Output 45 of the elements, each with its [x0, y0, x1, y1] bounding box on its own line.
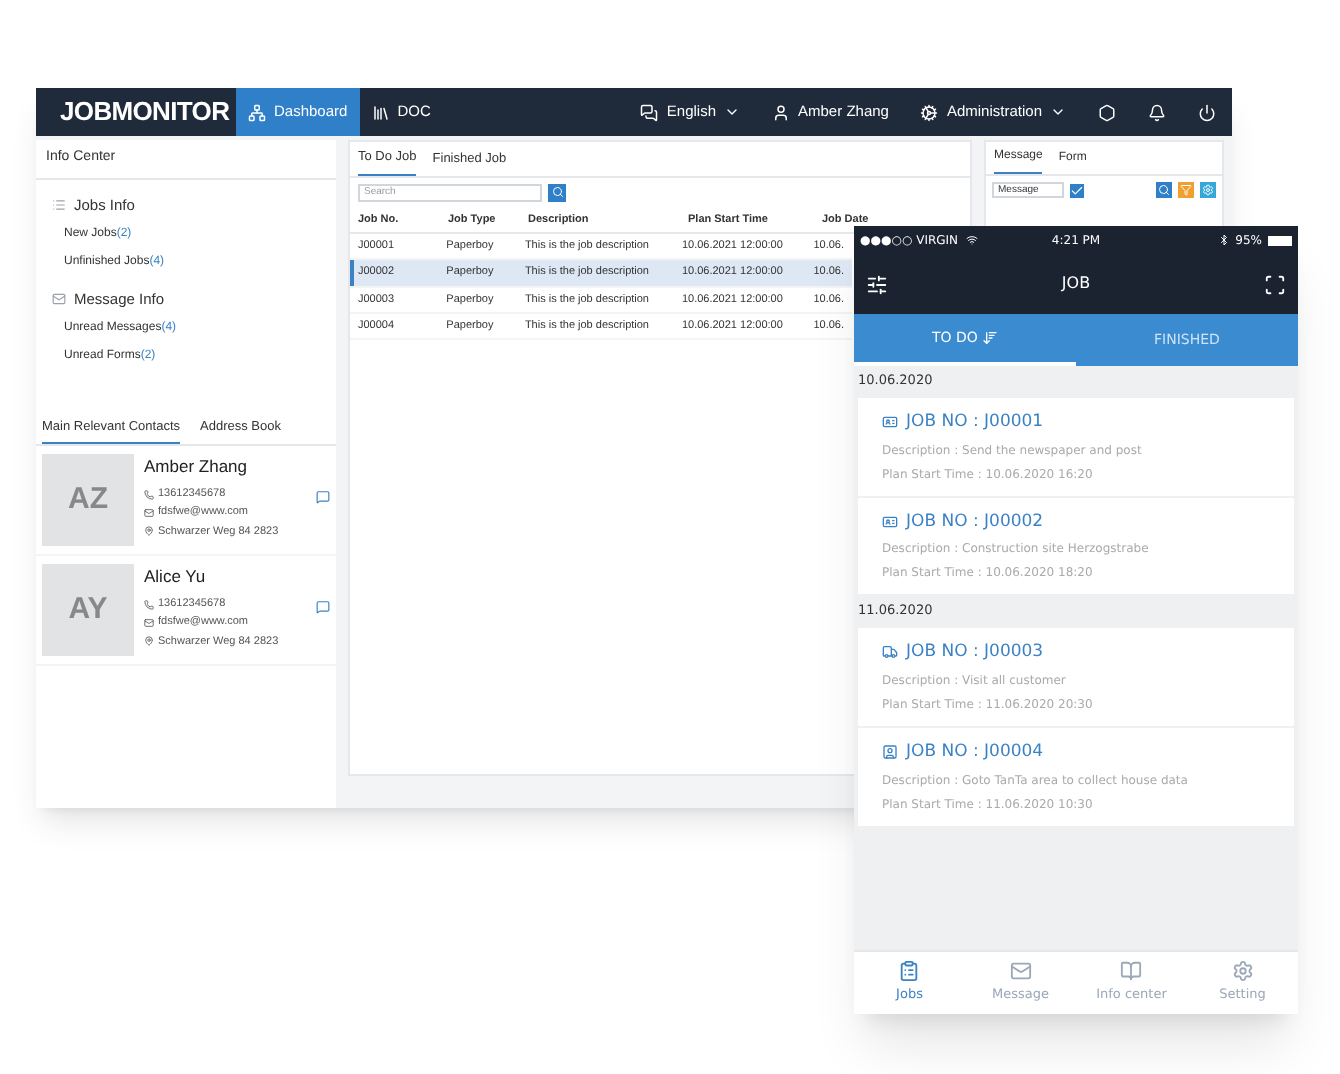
pin-icon — [144, 636, 154, 647]
contact-name: Amber Zhang — [144, 454, 249, 480]
phone-icon — [144, 489, 154, 500]
scan-icon[interactable] — [1264, 273, 1286, 295]
notification-icon[interactable] — [1148, 103, 1166, 121]
wifi-icon — [966, 234, 979, 246]
envelope-icon — [1009, 960, 1032, 983]
user-icon — [772, 103, 791, 121]
id-card-icon — [882, 513, 898, 530]
sort-icon — [981, 330, 998, 346]
envelope-icon — [144, 617, 154, 628]
pin-icon — [144, 526, 154, 537]
job-title: JOB NO : J00003 — [906, 640, 1044, 666]
books-icon — [371, 103, 390, 121]
envelope-icon — [144, 507, 154, 518]
search-button[interactable] — [548, 183, 566, 202]
chat-icon — [640, 103, 659, 121]
caret-icon — [724, 104, 741, 120]
book-icon — [1120, 960, 1143, 983]
app-title: JOB — [1061, 272, 1091, 296]
bluetooth-icon — [1217, 234, 1230, 246]
id-card-icon — [882, 414, 898, 431]
avatar: AY — [42, 564, 134, 657]
truck-icon — [882, 644, 898, 661]
battery-icon — [1268, 235, 1292, 245]
chat-icon[interactable] — [316, 490, 330, 505]
filter-icon[interactable] — [1178, 182, 1194, 198]
caret-icon — [1050, 104, 1066, 120]
gear-icon — [920, 103, 939, 121]
job-title: JOB NO : J00001 — [906, 409, 1044, 435]
contact-name: Alice Yu — [144, 564, 208, 590]
job-title: JOB NO : J00002 — [906, 509, 1044, 535]
job-title: JOB NO : J00004 — [906, 739, 1044, 765]
logo: JOBMONITOR — [58, 94, 232, 131]
phone-icon — [144, 599, 154, 610]
list-icon — [52, 197, 66, 212]
clipboard-icon — [898, 960, 921, 983]
search-icon[interactable] — [1156, 182, 1172, 198]
menu-icon[interactable] — [866, 273, 888, 295]
envelope-icon — [52, 291, 66, 306]
chat-icon[interactable] — [316, 600, 330, 615]
sitemap-icon — [248, 103, 266, 121]
person-badge-icon — [882, 744, 898, 761]
avatar: AZ — [42, 454, 134, 547]
power-icon[interactable] — [1198, 103, 1216, 121]
